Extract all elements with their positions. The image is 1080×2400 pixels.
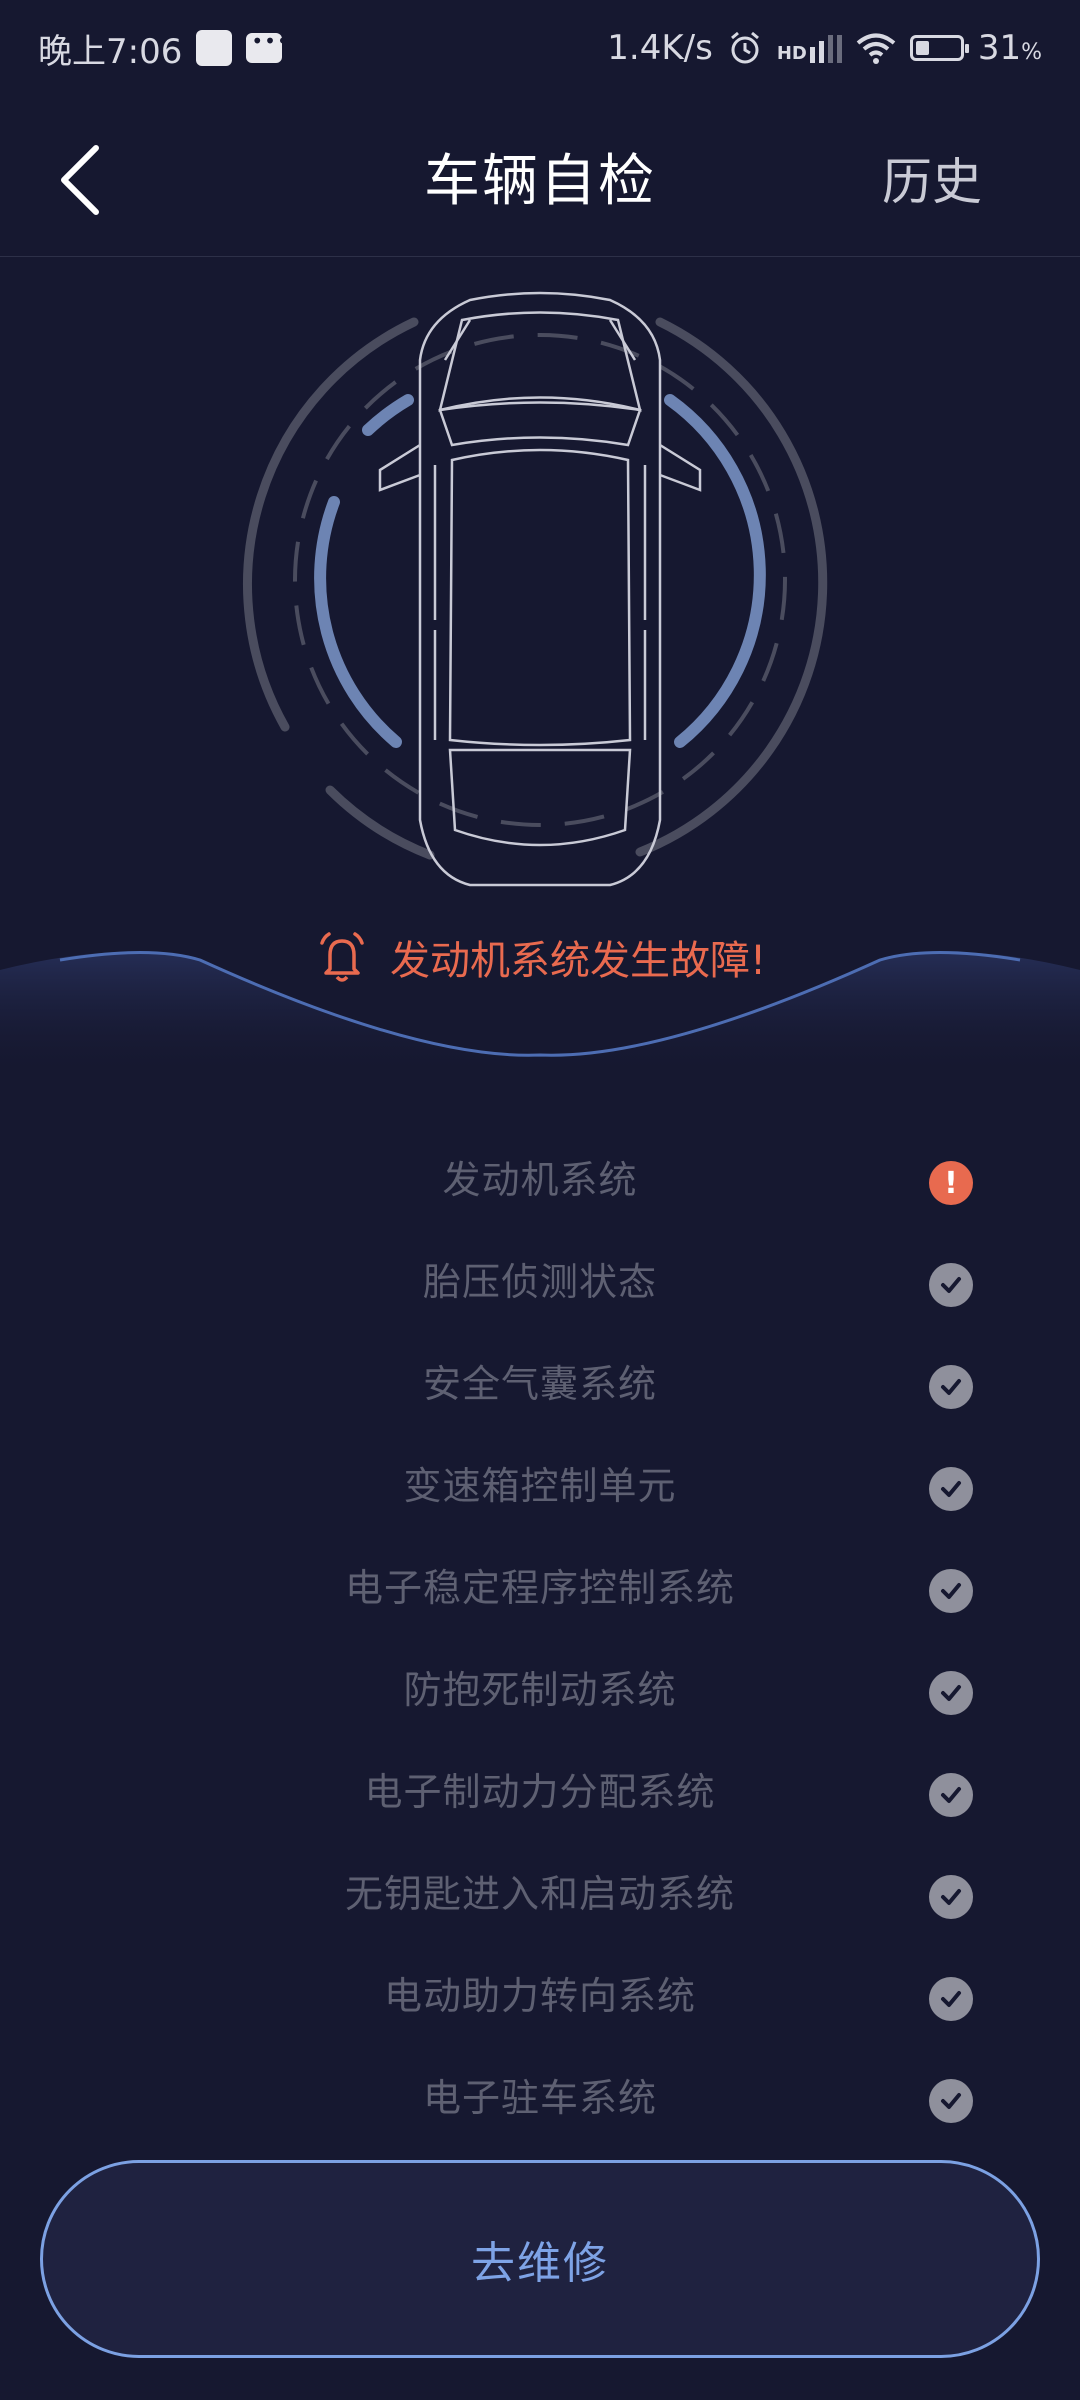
check-item-label: 胎压侦测状态 — [422, 1260, 657, 1304]
clock: 晚上7:06 — [38, 31, 183, 72]
check-icon — [929, 1671, 973, 1715]
check-icon — [929, 1365, 973, 1409]
check-item-label: 无钥匙进入和启动系统 — [344, 1872, 735, 1916]
header: 车辆自检 历史 — [0, 96, 1080, 257]
fault-alert-text: 发动机系统发生故障! — [389, 938, 767, 984]
battery-icon — [909, 35, 969, 61]
check-item: 安全气囊系统 — [0, 1339, 1080, 1441]
signal-group: HD — [777, 33, 842, 63]
car-diagnostic-graphic — [243, 291, 828, 887]
check-item: 无钥匙进入和启动系统 — [0, 1849, 1080, 1951]
message-icon — [246, 29, 290, 63]
check-item: 胎压侦测状态 — [0, 1237, 1080, 1339]
check-item-label: 电子驻车系统 — [422, 2076, 657, 2120]
wifi-icon — [856, 33, 896, 64]
inner-scan-arcs — [314, 394, 766, 748]
hd-badge: HD — [776, 43, 807, 64]
app-notification-icon — [196, 30, 233, 66]
check-item: 变速箱控制单元 — [0, 1441, 1080, 1543]
fault-alert: 发动机系统发生故障! — [0, 928, 1080, 986]
bell-icon — [320, 932, 364, 982]
cellular-signal-icon — [809, 35, 842, 63]
network-speed: 1.4K/s — [607, 28, 713, 68]
check-item: 电子驻车系统 — [0, 2053, 1080, 2155]
battery-percent-unit: % — [1021, 40, 1042, 65]
status-bar-right: 1.4K/s HD 31% — [607, 28, 1042, 68]
battery-percent-value: 31 — [977, 28, 1022, 68]
check-item-label: 安全气囊系统 — [422, 1362, 657, 1406]
check-list: 发动机系统! 胎压侦测状态 安全气囊系统 变速箱控制单元电子稳定程序控制系统 防抱死制动… — [0, 1135, 1080, 2155]
check-icon — [929, 1263, 973, 1307]
check-item-label: 电动助力转向系统 — [383, 1974, 696, 2018]
repair-button[interactable]: 去维修 — [40, 2160, 1040, 2358]
wave-divider — [0, 951, 1080, 1080]
battery-percent: 31% — [978, 28, 1042, 68]
check-icon — [929, 1977, 973, 2021]
check-item-label: 变速箱控制单元 — [403, 1464, 677, 1508]
status-bar-left: 晚上7:06 — [38, 24, 290, 73]
dashed-scan-ring — [293, 333, 787, 827]
check-item-label: 电子稳定程序控制系统 — [344, 1566, 735, 1610]
check-item: 电子稳定程序控制系统 — [0, 1543, 1080, 1645]
check-icon — [929, 1875, 973, 1919]
check-icon — [929, 1569, 973, 1613]
check-item: 电子制动力分配系统 — [0, 1747, 1080, 1849]
status-bar: 晚上7:06 1.4K/s HD 31% — [0, 0, 1080, 96]
check-icon — [929, 1467, 973, 1511]
check-icon — [929, 2079, 973, 2123]
error-icon: ! — [929, 1161, 973, 1205]
check-item: 防抱死制动系统 — [0, 1645, 1080, 1747]
history-button[interactable]: 历史 — [882, 142, 982, 214]
check-item-label: 防抱死制动系统 — [403, 1668, 677, 1712]
battery-fill — [915, 41, 929, 55]
check-item-label: 发动机系统 — [442, 1158, 638, 1202]
check-item: 电动助力转向系统 — [0, 1951, 1080, 2053]
alarm-icon — [730, 31, 759, 64]
check-icon — [929, 1773, 973, 1817]
check-item-label: 电子制动力分配系统 — [364, 1770, 716, 1814]
check-item: 发动机系统! — [0, 1135, 1080, 1237]
